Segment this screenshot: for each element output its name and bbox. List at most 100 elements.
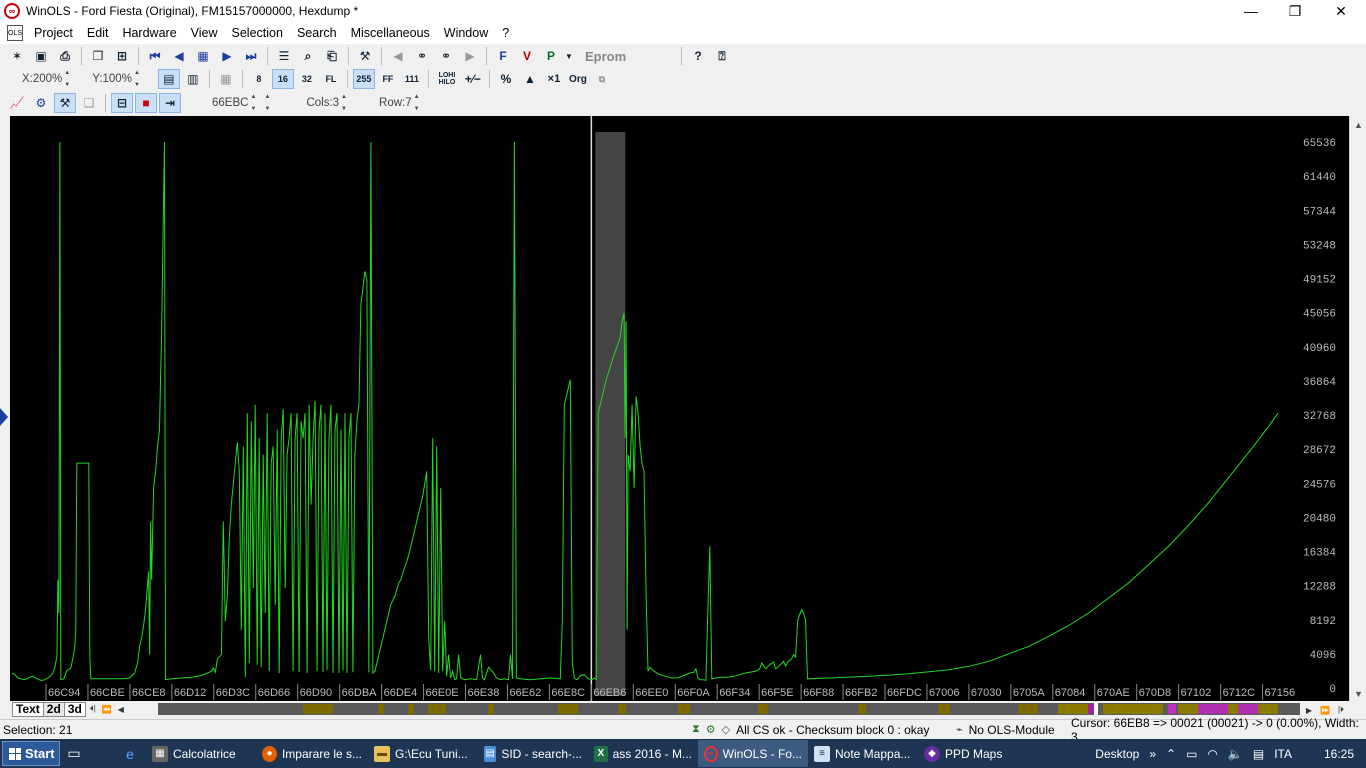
scroll-fast-back-icon[interactable]: ⏪ <box>100 702 114 716</box>
language-indicator[interactable]: ITA <box>1274 747 1292 761</box>
tools-icon[interactable]: ⚒ <box>354 46 376 66</box>
list-icon[interactable]: ☰ <box>273 46 295 66</box>
previous-icon[interactable]: ◀ <box>168 46 190 66</box>
document-menu-icon[interactable]: OLS <box>7 25 23 41</box>
scroll-up-arrow-icon[interactable]: ▲ <box>1350 116 1366 133</box>
vertical-scrollbar[interactable]: ▲ ▼ <box>1349 116 1366 702</box>
chart-icon[interactable]: 📈 <box>6 93 28 113</box>
v-button-icon[interactable]: V <box>516 46 538 66</box>
width-icon[interactable]: ⇥ <box>159 93 181 113</box>
tab-2d[interactable]: 2d <box>42 701 65 717</box>
grid-view-icon[interactable]: ▦ <box>215 69 237 89</box>
volume-icon[interactable]: 🔈 <box>1228 747 1243 761</box>
x-zoom-spinner[interactable]: ▲ ▼ <box>64 70 74 88</box>
scroll-down-arrow-icon[interactable]: ▼ <box>1350 685 1366 702</box>
menu-miscellaneous[interactable]: Miscellaneous <box>344 22 437 44</box>
context-help-icon[interactable]: ⍰ <box>711 46 733 66</box>
overview-strip[interactable] <box>158 703 1300 715</box>
task-sid[interactable]: ▤ SID - search-... <box>478 740 588 767</box>
start-button[interactable]: Start <box>2 741 60 766</box>
tab-3d[interactable]: 3d <box>63 701 86 717</box>
task-firefox[interactable]: ● Imparare le s... <box>256 740 368 767</box>
cols-spinner[interactable]: ▲ ▼ <box>341 94 351 112</box>
task-view-icon[interactable]: ▭ <box>60 741 88 766</box>
forward-icon[interactable]: ▶ <box>459 46 481 66</box>
task-excel[interactable]: X ass 2016 - M... <box>588 740 698 767</box>
f-button-icon[interactable]: F <box>492 46 514 66</box>
binoculars-icon[interactable]: ⚭ <box>411 46 433 66</box>
chip-icon[interactable]: ▣ <box>30 46 52 66</box>
original-button[interactable]: Org <box>567 69 589 89</box>
bits-32-button[interactable]: 32 <box>296 69 318 89</box>
menu-help[interactable]: ? <box>495 22 516 44</box>
menu-view[interactable]: View <box>184 22 225 44</box>
chart-select-icon[interactable]: ⚒ <box>54 93 76 113</box>
dropdown-arrow-icon[interactable]: ▼ <box>564 46 574 66</box>
bits-8-button[interactable]: 8 <box>248 69 270 89</box>
dec-view-icon[interactable]: ▥ <box>182 69 204 89</box>
find-icon[interactable]: ⌕ <box>297 46 319 66</box>
next-icon[interactable]: ▶ <box>216 46 238 66</box>
sign-icon[interactable]: +⁄− <box>462 69 484 89</box>
task-calcolatrice[interactable]: ▦ Calcolatrice <box>146 740 256 767</box>
menu-selection[interactable]: Selection <box>225 22 290 44</box>
scroll-icon[interactable]: ⎗ <box>321 46 343 66</box>
scroll-first-icon[interactable]: ⏴| <box>86 702 100 716</box>
task-winols[interactable]: ∞ WinOLS - Fo... <box>698 740 808 767</box>
clock[interactable]: 16:25 <box>1324 747 1354 761</box>
desktop-toolbar[interactable]: Desktop <box>1095 747 1139 761</box>
menu-hardware[interactable]: Hardware <box>115 22 183 44</box>
delta-icon[interactable]: ▲ <box>519 69 541 89</box>
hex-ff-button[interactable]: FF <box>377 69 399 89</box>
menu-edit[interactable]: Edit <box>80 22 116 44</box>
menu-window[interactable]: Window <box>437 22 495 44</box>
tray-expand-icon[interactable]: ⌃ <box>1166 747 1176 761</box>
hex-view-icon[interactable]: ▤ <box>157 69 180 89</box>
split-window-icon[interactable]: ⊞ <box>111 46 133 66</box>
menu-search[interactable]: Search <box>290 22 344 44</box>
minimize-button[interactable]: — <box>1228 0 1274 22</box>
address-spinner[interactable]: ▲ ▼ <box>250 94 260 112</box>
lohi-button[interactable]: LOHI HILO <box>434 69 460 89</box>
last-icon[interactable]: ⏭ <box>240 46 262 66</box>
percent-icon[interactable]: % <box>495 69 517 89</box>
hexdump-chart[interactable]: 65536 61440 57344 53248 49152 45056 40960 36864… <box>10 116 1349 702</box>
help-icon[interactable]: ? <box>687 46 709 66</box>
close-button[interactable]: ✕ <box>1318 0 1364 22</box>
task-ppd-maps[interactable]: ◆ PPD Maps <box>918 740 1028 767</box>
toolbar-expand-icon[interactable]: » <box>1149 747 1156 761</box>
layers-icon[interactable]: ❏ <box>78 93 100 113</box>
color-map-icon[interactable]: ■ <box>135 93 157 113</box>
network-icon[interactable]: ◠ <box>1207 747 1217 761</box>
bits-16-button[interactable]: 16 <box>271 69 294 89</box>
dec-255-button[interactable]: 255 <box>352 69 375 89</box>
chart-tools-icon[interactable]: ⚙ <box>30 93 52 113</box>
internet-explorer-icon[interactable]: e <box>116 741 144 766</box>
factor-button[interactable]: ×1 <box>543 69 565 89</box>
menu-project[interactable]: Project <box>27 22 80 44</box>
expand-panel-arrow-icon[interactable] <box>0 408 8 426</box>
align-icon[interactable]: ⊟ <box>111 93 133 113</box>
back-icon[interactable]: ◀ <box>387 46 409 66</box>
original-compare-icon[interactable]: ⧉ <box>591 69 613 89</box>
chart-svg[interactable]: 6553661440573445324849152450564096036864… <box>10 116 1349 702</box>
restore-button[interactable]: ❐ <box>1272 0 1318 22</box>
row-spinner[interactable]: ▲ ▼ <box>414 94 424 112</box>
first-icon[interactable]: ⏮ <box>144 46 166 66</box>
notification-icon[interactable]: ▤ <box>1253 747 1264 761</box>
new-window-icon[interactable]: ❐ <box>87 46 109 66</box>
p-button-icon[interactable]: P <box>540 46 562 66</box>
wizard-icon[interactable]: ✶ <box>6 46 28 66</box>
y-zoom-spinner[interactable]: ▲ ▼ <box>134 70 144 88</box>
address-spinner-2[interactable]: ▲ ▼ <box>264 94 274 112</box>
print-icon[interactable]: ⎙ <box>54 46 76 66</box>
binoculars-next-icon[interactable]: ⚭ <box>435 46 457 66</box>
tab-text[interactable]: Text <box>12 701 44 717</box>
battery-icon[interactable]: ▭ <box>1186 747 1197 761</box>
task-folder[interactable]: ▬ G:\Ecu Tuni... <box>368 740 478 767</box>
binary-button[interactable]: 111 <box>401 69 423 89</box>
grid-icon[interactable]: ▦ <box>192 46 214 66</box>
scroll-back-icon[interactable]: ◀ <box>114 702 128 716</box>
float-button[interactable]: FL <box>320 69 342 89</box>
task-notepad[interactable]: ≡ Note Mappa... <box>808 740 918 767</box>
